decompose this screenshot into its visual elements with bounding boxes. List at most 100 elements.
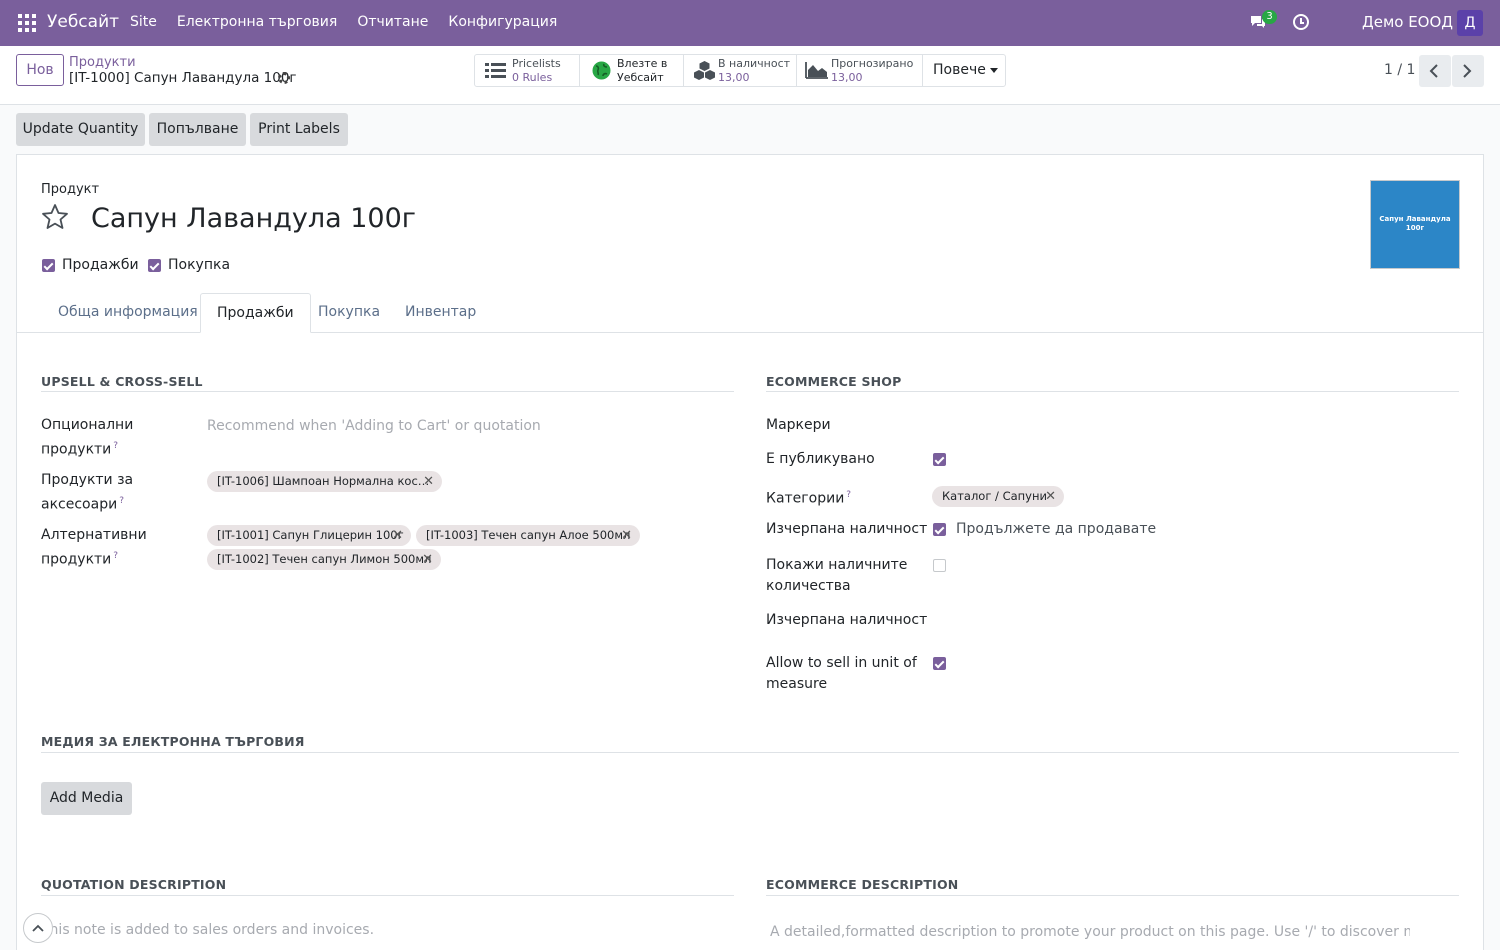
update-quantity-button[interactable]: Update Quantity (16, 113, 145, 146)
can-be-sold-label: Продажби (62, 257, 139, 273)
ecommerce-section-title: ECOMMERCE SHOP (766, 374, 902, 389)
control-panel: Нов Продукти [IT-1000] Сапун Лавандула 1… (0, 46, 1500, 105)
out-of-stock-message-label: Изчерпана наличност (766, 612, 928, 628)
alternative-tag: [IT-1002] Течен сапун Лимон 500мл ✕ (207, 549, 441, 570)
remove-tag-icon[interactable]: ✕ (392, 525, 403, 546)
quotation-description-title: QUOTATION DESCRIPTION (41, 877, 227, 892)
website-line1: Влезте в (617, 57, 668, 70)
tab-purchase[interactable]: Покупка (302, 293, 396, 333)
add-media-button[interactable]: Add Media (41, 782, 132, 815)
breadcrumb-parent[interactable]: Продукти (69, 55, 136, 70)
optional-products-input[interactable]: Recommend when 'Adding to Cart' or quota… (207, 418, 541, 434)
more-dropdown[interactable]: Повече (923, 55, 1005, 86)
help-icon[interactable]: ? (113, 441, 118, 451)
scroll-to-top-button[interactable] (23, 913, 53, 943)
tab-general-info[interactable]: Обща информация (42, 293, 214, 333)
out-of-stock-label: Изчерпана наличност (766, 521, 928, 537)
pager-previous-button[interactable] (1419, 55, 1451, 87)
apps-grid-icon[interactable] (18, 14, 36, 32)
menu-item-ecommerce[interactable]: Електронна търговия (177, 14, 337, 30)
menu-item-configuration[interactable]: Конфигурация (448, 14, 557, 30)
chat-count-badge: 3 (1262, 10, 1277, 24)
continue-selling-checkbox[interactable] (933, 523, 946, 536)
alternative-tag: [IT-1001] Сапун Глицерин 100г ✕ (207, 525, 411, 546)
ecommerce-divider (766, 391, 1459, 392)
on-hand-value: 13,00 (718, 71, 750, 84)
tab-sales[interactable]: Продажби (200, 293, 311, 333)
product-title[interactable]: Сапун Лавандула 100г (91, 203, 416, 234)
list-icon (485, 63, 506, 78)
print-labels-button[interactable]: Print Labels (250, 113, 348, 146)
show-quantity-label: Покажи наличните количества (766, 557, 908, 594)
breadcrumb-current: [IT-1000] Сапун Лавандула 100г (69, 70, 297, 86)
pager-value[interactable]: 1 / 1 (1384, 62, 1415, 78)
optional-products-label: Опционални продукти? (41, 417, 134, 458)
ecommerce-description-input[interactable]: A detailed,formatted description to prom… (770, 924, 1410, 940)
remove-tag-icon[interactable]: ✕ (422, 549, 433, 570)
forecast-value: 13,00 (831, 71, 863, 84)
upsell-divider (41, 391, 734, 392)
pricelists-value: 0 Rules (512, 71, 553, 84)
more-label: Повече (933, 62, 986, 78)
menu-item-site[interactable]: Site (130, 14, 157, 30)
go-to-website-button[interactable]: Влезте в Уебсайт (580, 55, 684, 86)
ecommerce-description-divider (766, 895, 1459, 896)
top-navbar: Уебсайт Site Електронна търговия Отчитан… (0, 0, 1500, 46)
cubes-icon (694, 61, 715, 80)
area-chart-icon (805, 62, 828, 79)
ecommerce-description-title: ECOMMERCE DESCRIPTION (766, 877, 959, 892)
category-tag: Каталог / Сапуни ✕ (932, 486, 1064, 507)
can-be-purchased-checkbox[interactable] (148, 259, 161, 272)
smart-buttons: Pricelists 0 Rules Влезте в Уебсайт В на… (474, 54, 1006, 87)
remove-tag-icon[interactable]: ✕ (423, 471, 434, 492)
on-hand-button[interactable]: В наличност 13,00 (684, 55, 797, 86)
quotation-divider (41, 895, 734, 896)
accessory-tag: [IT-1006] Шампоан Нормална кос… ✕ (207, 471, 442, 492)
show-quantity-checkbox[interactable] (933, 559, 946, 572)
product-type-label: Продукт (41, 182, 100, 197)
sell-uom-checkbox[interactable] (933, 657, 946, 670)
forecast-button[interactable]: Прогнозирано 13,00 (797, 55, 923, 86)
alternative-tag: [IT-1003] Течен сапун Алое 500мл ✕ (416, 525, 640, 546)
accessory-products-label: Продукти за аксесоари? (41, 472, 134, 513)
quotation-description-input[interactable]: This note is added to sales orders and i… (41, 922, 374, 938)
sell-uom-label: Allow to sell in unit of measure (766, 655, 917, 692)
pager-next-button[interactable] (1452, 55, 1484, 87)
help-icon[interactable]: ? (119, 496, 124, 506)
continue-selling-label: Продължете да продавате (956, 521, 1157, 537)
chevron-left-icon (1429, 64, 1438, 78)
form-tabs: Обща информация Продажби Покупка Инвента… (17, 293, 1483, 333)
forecast-label: Прогнозирано (831, 57, 914, 70)
can-be-sold-checkbox[interactable] (42, 259, 55, 272)
new-button[interactable]: Нов (16, 54, 64, 86)
pricelists-button[interactable]: Pricelists 0 Rules (475, 55, 580, 86)
globe-icon (592, 61, 611, 80)
help-icon[interactable]: ? (846, 490, 851, 500)
user-avatar[interactable]: Д (1457, 10, 1483, 36)
media-divider (41, 752, 1459, 753)
company-name[interactable]: Демо ЕООД (1362, 13, 1453, 31)
help-icon[interactable]: ? (113, 551, 118, 561)
media-section-title: МЕДИЯ ЗА ЕЛЕКТРОННА ТЪРГОВИЯ (41, 734, 305, 749)
gear-icon[interactable] (278, 72, 290, 84)
product-image[interactable]: Сапун Лавандула 100г (1370, 180, 1460, 269)
replenish-button[interactable]: Попълване (149, 113, 246, 146)
favorite-star-icon[interactable] (41, 203, 69, 230)
upsell-section-title: UPSELL & CROSS-SELL (41, 374, 203, 389)
main-menu: Site Електронна търговия Отчитане Конфиг… (130, 14, 577, 30)
alternative-products-label: Алтернативни продукти? (41, 527, 147, 568)
chevron-right-icon (1463, 64, 1472, 78)
caret-down-icon (989, 67, 998, 73)
categories-label: Категории? (766, 490, 852, 507)
remove-tag-icon[interactable]: ✕ (1045, 486, 1056, 507)
remove-tag-icon[interactable]: ✕ (621, 525, 632, 546)
published-checkbox[interactable] (933, 453, 946, 466)
tab-inventory[interactable]: Инвентар (389, 293, 492, 333)
website-line2: Уебсайт (617, 71, 664, 84)
can-be-purchased-label: Покупка (168, 257, 231, 273)
markers-label: Маркери (766, 417, 831, 433)
app-brand[interactable]: Уебсайт (47, 12, 119, 32)
menu-item-reporting[interactable]: Отчитане (357, 14, 428, 30)
activity-clock-icon[interactable] (1293, 14, 1309, 30)
published-label: Е публикувано (766, 451, 875, 467)
